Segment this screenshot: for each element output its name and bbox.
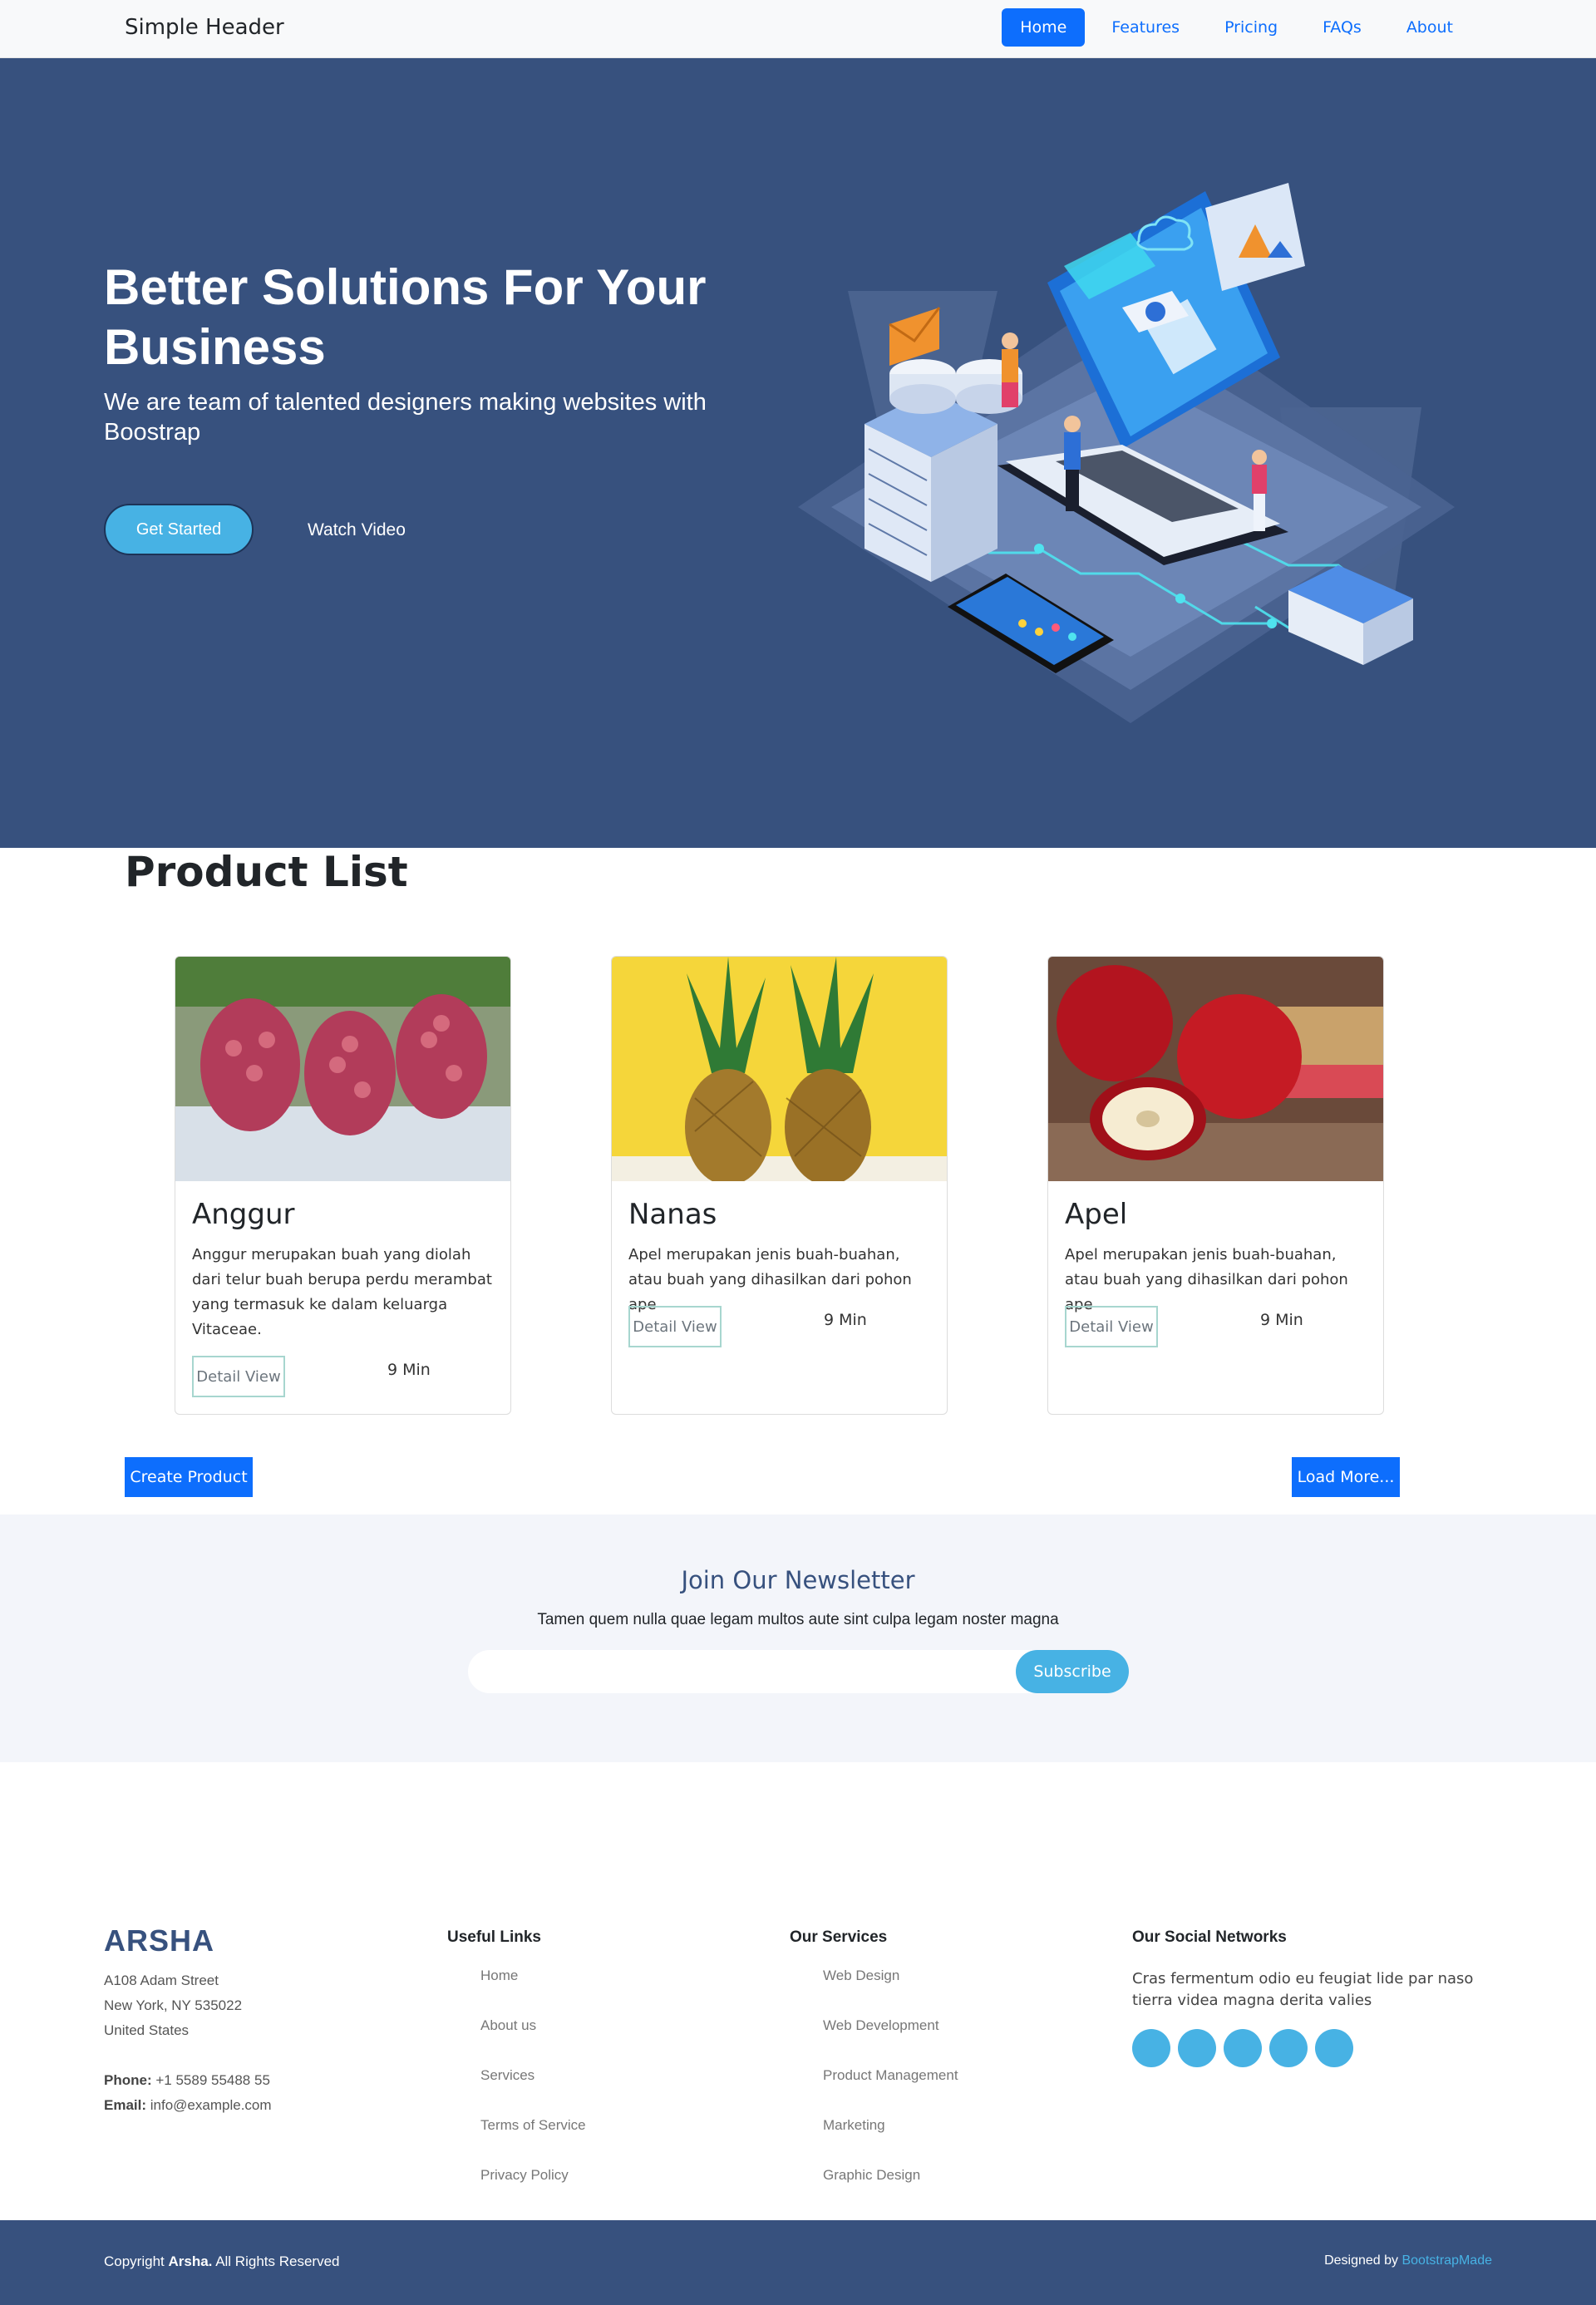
nav-about[interactable]: About	[1388, 8, 1471, 47]
social-networks-title: Our Social Networks	[1132, 1928, 1287, 1946]
copyright-suffix: All Rights Reserved	[212, 2253, 340, 2269]
footer-logo[interactable]: ARSHA	[104, 1923, 214, 1958]
product-card: Anggur Anggur merupakan buah yang diolah…	[175, 956, 511, 1415]
copyright-text: Copyright Arsha. All Rights Reserved	[104, 2253, 339, 2270]
nav-pricing[interactable]: Pricing	[1206, 8, 1296, 47]
nav-home[interactable]: Home	[1002, 8, 1086, 47]
our-services-title: Our Services	[790, 1928, 888, 1946]
designed-prefix: Designed by	[1324, 2253, 1402, 2268]
read-time: 9 Min	[1260, 1311, 1303, 1329]
designed-by: Designed by BootstrapMade	[1324, 2253, 1492, 2268]
brand-title[interactable]: Simple Header	[125, 15, 284, 40]
footer-service-web-design[interactable]: Web Design	[823, 1968, 958, 2017]
product-name: Nanas	[628, 1198, 717, 1231]
hero-illustration	[798, 183, 1455, 723]
main-nav: Home Features Pricing FAQs About	[1002, 8, 1471, 47]
phone-label: Phone:	[104, 2072, 152, 2088]
detail-view-button[interactable]: Detail View	[1065, 1306, 1158, 1347]
footer-service-graphic-design[interactable]: Graphic Design	[823, 2167, 958, 2217]
social-icons	[1132, 2029, 1353, 2067]
footer-service-product-management[interactable]: Product Management	[823, 2067, 958, 2117]
footer-link-services[interactable]: Services	[480, 2067, 586, 2117]
email-line: Email: info@example.com	[104, 2093, 272, 2118]
footer-link-privacy[interactable]: Privacy Policy	[480, 2167, 586, 2217]
footer-link-terms[interactable]: Terms of Service	[480, 2117, 586, 2167]
read-time: 9 Min	[824, 1311, 867, 1329]
top-navbar: Simple Header Home Features Pricing FAQs…	[0, 0, 1596, 58]
useful-links-list: Home About us Services Terms of Service …	[480, 1968, 586, 2217]
copyright-brand: Arsha.	[168, 2253, 213, 2269]
detail-view-button[interactable]: Detail View	[192, 1356, 285, 1397]
nav-features[interactable]: Features	[1093, 8, 1198, 47]
footer-bottom-bar: Copyright Arsha. All Rights Reserved Des…	[0, 2220, 1596, 2305]
product-card: Nanas Apel merupakan jenis buah-buahan, …	[611, 956, 948, 1415]
hero-title: Better Solutions For Your Business	[104, 259, 707, 375]
newsletter-text: Tamen quem nulla quae legam multos aute …	[537, 1611, 1059, 1628]
hero-section: Better Solutions For Your Business We ar…	[0, 58, 1596, 848]
copyright-prefix: Copyright	[104, 2253, 169, 2269]
newsletter-title: Join Our Newsletter	[681, 1566, 915, 1594]
create-product-button[interactable]: Create Product	[125, 1457, 253, 1497]
product-name: Apel	[1065, 1198, 1128, 1231]
hero-subtitle: We are team of talented designers making…	[104, 389, 707, 446]
read-time: 9 Min	[387, 1361, 431, 1379]
phone-line: Phone: +1 5589 55488 55	[104, 2068, 272, 2093]
footer-service-web-development[interactable]: Web Development	[823, 2017, 958, 2067]
pineapple-photo	[612, 957, 947, 1181]
grapes-photo	[175, 957, 510, 1181]
load-more-button[interactable]: Load More...	[1292, 1457, 1400, 1497]
product-card: Apel Apel merupakan jenis buah-buahan, a…	[1047, 956, 1384, 1415]
nav-faqs[interactable]: FAQs	[1304, 8, 1380, 47]
watch-video-button[interactable]: Watch Video	[299, 514, 414, 547]
subscribe-button[interactable]: Subscribe	[1016, 1650, 1129, 1693]
apple-photo	[1048, 957, 1383, 1181]
footer-contact: A108 Adam Street New York, NY 535022 Uni…	[104, 1968, 272, 2118]
detail-view-button[interactable]: Detail View	[628, 1306, 722, 1347]
services-list: Web Design Web Development Product Manag…	[823, 1968, 958, 2217]
address-line: New York, NY 535022	[104, 1997, 243, 2013]
product-description: Anggur merupakan buah yang diolah dari t…	[192, 1246, 492, 1338]
product-name: Anggur	[192, 1198, 295, 1231]
newsletter-form: Subscribe	[468, 1650, 1129, 1693]
email-label: Email:	[104, 2097, 147, 2113]
phone-number: +1 5589 55488 55	[155, 2072, 270, 2088]
footer-link-home[interactable]: Home	[480, 1968, 586, 2017]
linkedin-icon[interactable]	[1315, 2029, 1353, 2067]
address-line: A108 Adam Street	[104, 1973, 219, 1988]
newsletter-email-input[interactable]	[485, 1658, 1000, 1685]
facebook-icon[interactable]	[1178, 2029, 1216, 2067]
email-address: info@example.com	[150, 2097, 272, 2113]
skype-icon[interactable]	[1269, 2029, 1308, 2067]
instagram-icon[interactable]	[1224, 2029, 1262, 2067]
newsletter-section: Join Our Newsletter Tamen quem nulla qua…	[0, 1515, 1596, 1762]
footer-service-marketing[interactable]: Marketing	[823, 2117, 958, 2167]
footer-link-about[interactable]: About us	[480, 2017, 586, 2067]
address-line: United States	[104, 2022, 190, 2038]
bootstrapmade-link[interactable]: BootstrapMade	[1401, 2253, 1492, 2268]
social-description: Cras fermentum odio eu feugiat lide par …	[1132, 1970, 1474, 2009]
product-list-title: Product List	[125, 848, 408, 896]
useful-links-title: Useful Links	[447, 1928, 541, 1946]
get-started-button[interactable]: Get Started	[104, 504, 254, 555]
twitter-icon[interactable]	[1132, 2029, 1170, 2067]
